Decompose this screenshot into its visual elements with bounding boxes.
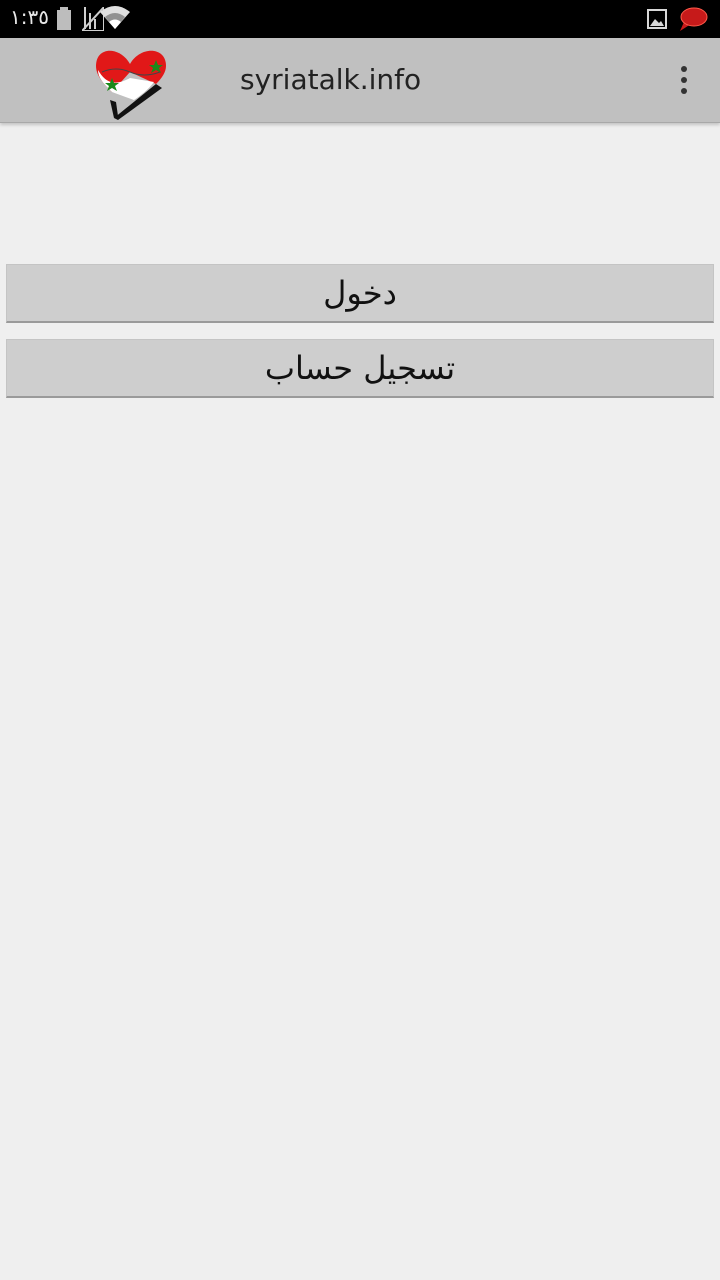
status-time: ١:٣٥ — [10, 5, 49, 29]
status-bar: ١:٣٥ — [0, 0, 720, 38]
app-title: syriatalk.info — [240, 63, 422, 96]
menu-dot — [681, 77, 687, 83]
login-button[interactable]: دخول — [6, 264, 714, 323]
syria-heart-logo[interactable] — [90, 42, 170, 120]
register-button[interactable]: تسجيل حساب — [6, 339, 714, 398]
action-bar: syriatalk.info — [0, 38, 720, 123]
battery-icon — [57, 7, 71, 30]
menu-dot — [681, 88, 687, 94]
overflow-menu-icon[interactable] — [668, 60, 700, 100]
wifi-icon — [100, 6, 130, 29]
menu-dot — [681, 66, 687, 72]
gallery-notification-icon — [647, 9, 667, 29]
chat-notification-icon — [680, 7, 708, 31]
